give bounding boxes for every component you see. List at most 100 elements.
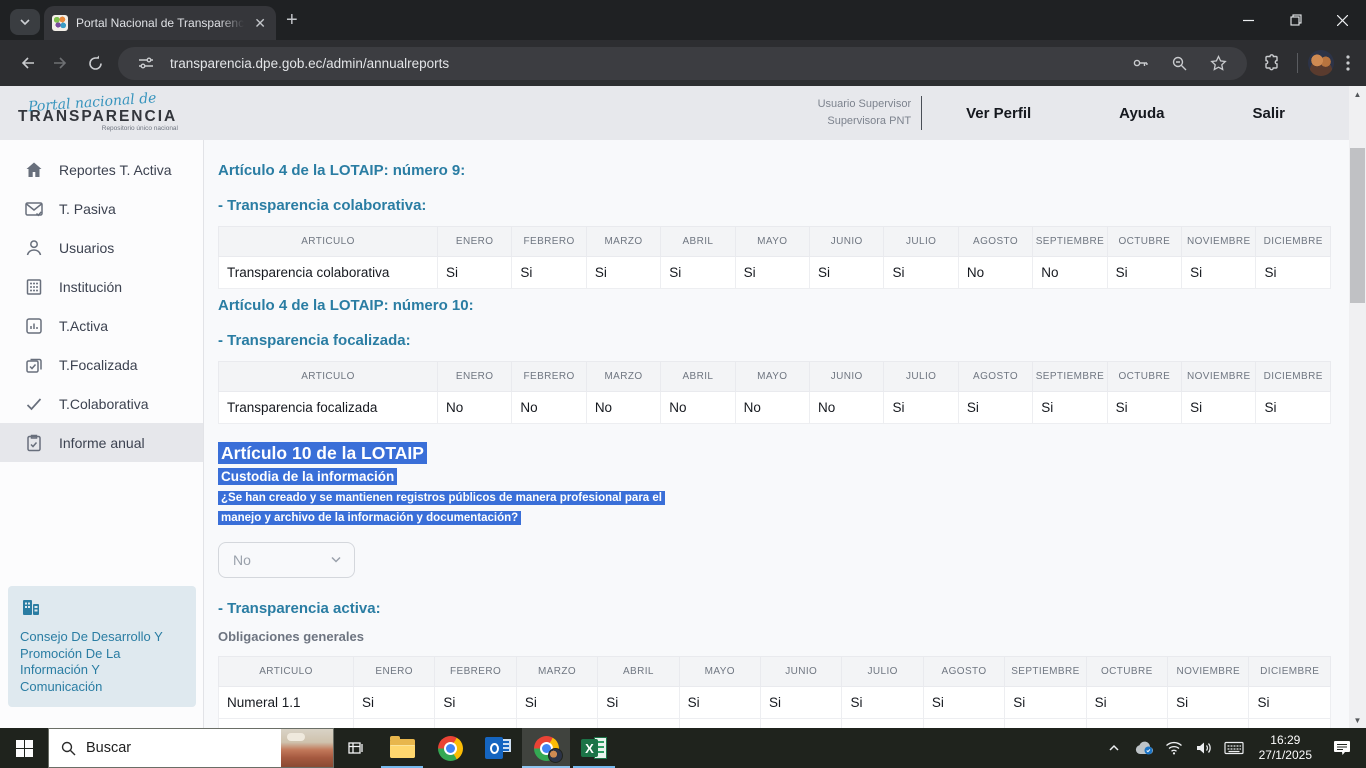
- month-value-cell: No: [438, 392, 512, 424]
- sidebar-item-usuarios[interactable]: Usuarios: [0, 228, 203, 267]
- taskbar-excel[interactable]: X: [570, 728, 618, 768]
- hidden-icons-chevron[interactable]: [1101, 742, 1127, 754]
- menu-dots-icon[interactable]: [1340, 55, 1356, 71]
- column-header: ENERO: [354, 657, 435, 687]
- volume-icon[interactable]: [1191, 741, 1217, 755]
- profile-avatar[interactable]: [1308, 50, 1334, 76]
- close-button[interactable]: [1319, 0, 1366, 40]
- toolbar-right: [1257, 50, 1356, 76]
- browser-tab[interactable]: Portal Nacional de Transparencia ✕: [44, 6, 276, 40]
- sidebar-item-label: T.Colaborativa: [59, 396, 149, 412]
- search-highlight-image[interactable]: [281, 729, 333, 767]
- month-value-cell: Si: [598, 719, 679, 729]
- reload-button[interactable]: [78, 46, 112, 80]
- forward-button[interactable]: [44, 46, 78, 80]
- custodia-select[interactable]: No: [218, 542, 355, 578]
- restore-button[interactable]: [1272, 0, 1319, 40]
- password-key-icon[interactable]: [1125, 54, 1155, 72]
- month-value-cell: Si: [661, 257, 735, 289]
- zoom-icon[interactable]: [1165, 55, 1194, 72]
- taskbar-outlook[interactable]: [474, 728, 522, 768]
- column-header: JUNIO: [761, 657, 842, 687]
- user-icon: [24, 238, 44, 258]
- column-header: MAYO: [679, 657, 760, 687]
- row-label-cell: Numeral 1.2: [219, 719, 354, 729]
- tab-close-icon[interactable]: ✕: [252, 14, 268, 32]
- sidebar-item-reportes-t-activa[interactable]: Reportes T. Activa: [0, 150, 203, 189]
- column-header: OCTUBRE: [1086, 657, 1167, 687]
- touch-keyboard-icon[interactable]: [1221, 741, 1247, 755]
- onedrive-icon[interactable]: [1131, 741, 1157, 755]
- minimize-button[interactable]: [1225, 0, 1272, 40]
- sidebar-item-label: Informe anual: [59, 435, 145, 451]
- column-header: MAYO: [735, 362, 809, 392]
- taskbar-clock[interactable]: 16:29 27/1/2025: [1251, 733, 1320, 763]
- month-value-cell: No: [735, 392, 809, 424]
- month-value-cell: Si: [1005, 687, 1086, 719]
- highlight-title: Artículo 10 de la LOTAIP: [218, 442, 427, 464]
- wifi-icon[interactable]: [1161, 741, 1187, 755]
- new-tab-button[interactable]: +: [286, 9, 298, 32]
- start-button[interactable]: [0, 728, 48, 768]
- month-value-cell: Si: [735, 257, 809, 289]
- month-value-cell: Si: [1086, 719, 1167, 729]
- user-info: Usuario Supervisor Supervisora PNT: [818, 96, 922, 130]
- chrome-icon: [438, 736, 463, 761]
- main-content: Artículo 4 de la LOTAIP: número 9: - Tra…: [204, 140, 1349, 728]
- scroll-down-arrow-icon[interactable]: ▼: [1349, 712, 1366, 728]
- toolbar-divider: [1297, 53, 1298, 73]
- sidebar-item-t-colaborativa[interactable]: T.Colaborativa: [0, 384, 203, 423]
- back-button[interactable]: [10, 46, 44, 80]
- column-header: MAYO: [735, 227, 809, 257]
- page-scrollbar[interactable]: ▲ ▼: [1349, 86, 1366, 728]
- menu-item-profile[interactable]: Ver Perfil: [922, 105, 1075, 122]
- task-view-button[interactable]: [334, 728, 378, 768]
- column-header: ABRIL: [661, 362, 735, 392]
- menu-item-help[interactable]: Ayuda: [1075, 105, 1208, 122]
- url-text[interactable]: transparencia.dpe.gob.ec/admin/annualrep…: [170, 56, 1115, 71]
- column-header: FEBRERO: [512, 227, 586, 257]
- home-icon: [24, 160, 44, 180]
- scroll-up-arrow-icon[interactable]: ▲: [1349, 86, 1366, 102]
- sidebar: Reportes T. Activa T. Pasiva Usuarios In…: [0, 140, 204, 728]
- browser-tab-strip: Portal Nacional de Transparencia ✕ +: [0, 0, 1366, 40]
- site-settings-icon[interactable]: [132, 55, 160, 71]
- taskbar-search[interactable]: Buscar: [48, 728, 334, 768]
- section-subtitle-colaborativa: - Transparencia colaborativa:: [218, 197, 1331, 214]
- action-center-icon[interactable]: [1324, 740, 1360, 756]
- month-value-cell: Si: [598, 687, 679, 719]
- sidebar-item-informe-anual[interactable]: Informe anual: [0, 423, 203, 462]
- mail-check-icon: [24, 199, 44, 219]
- month-value-cell: Si: [435, 687, 516, 719]
- month-value-cell: No: [1033, 257, 1107, 289]
- scrollbar-thumb[interactable]: [1350, 148, 1365, 303]
- sidebar-item-t-pasiva[interactable]: T. Pasiva: [0, 189, 203, 228]
- menu-item-logout[interactable]: Salir: [1208, 105, 1321, 122]
- column-header: SEPTIEMBRE: [1033, 227, 1107, 257]
- sidebar-item-t-activa[interactable]: T.Activa: [0, 306, 203, 345]
- taskbar-file-explorer[interactable]: [378, 728, 426, 768]
- taskbar-chrome[interactable]: [426, 728, 474, 768]
- sidebar-item-t-focalizada[interactable]: T.Focalizada: [0, 345, 203, 384]
- group-label-obligaciones: Obligaciones generales: [218, 629, 1331, 644]
- month-value-cell: Si: [516, 719, 597, 729]
- column-header: MARZO: [516, 657, 597, 687]
- column-header: NOVIEMBRE: [1182, 227, 1256, 257]
- row-label-cell: Transparencia colaborativa: [219, 257, 438, 289]
- taskbar-chrome-active[interactable]: [522, 728, 570, 768]
- sidebar-item-institucion[interactable]: Institución: [0, 267, 203, 306]
- month-value-cell: Si: [761, 687, 842, 719]
- extensions-icon[interactable]: [1257, 54, 1287, 72]
- clipboard-check-icon: [24, 433, 44, 453]
- month-value-cell: Si: [923, 719, 1004, 729]
- sidebar-org-card[interactable]: Consejo De Desarrollo Y Promoción De La …: [8, 586, 196, 707]
- section-subtitle-activa: - Transparencia activa:: [218, 600, 1331, 617]
- month-value-cell: Si: [679, 687, 760, 719]
- copy-check-icon: [24, 355, 44, 375]
- site-logo: Portal nacional de TRANSPARENCIA Reposit…: [18, 94, 178, 132]
- tab-search-button[interactable]: [10, 9, 40, 35]
- bookmark-star-icon[interactable]: [1204, 55, 1233, 72]
- browser-toolbar: transparencia.dpe.gob.ec/admin/annualrep…: [0, 40, 1366, 86]
- month-value-cell: Si: [1107, 392, 1181, 424]
- address-bar[interactable]: transparencia.dpe.gob.ec/admin/annualrep…: [118, 47, 1247, 80]
